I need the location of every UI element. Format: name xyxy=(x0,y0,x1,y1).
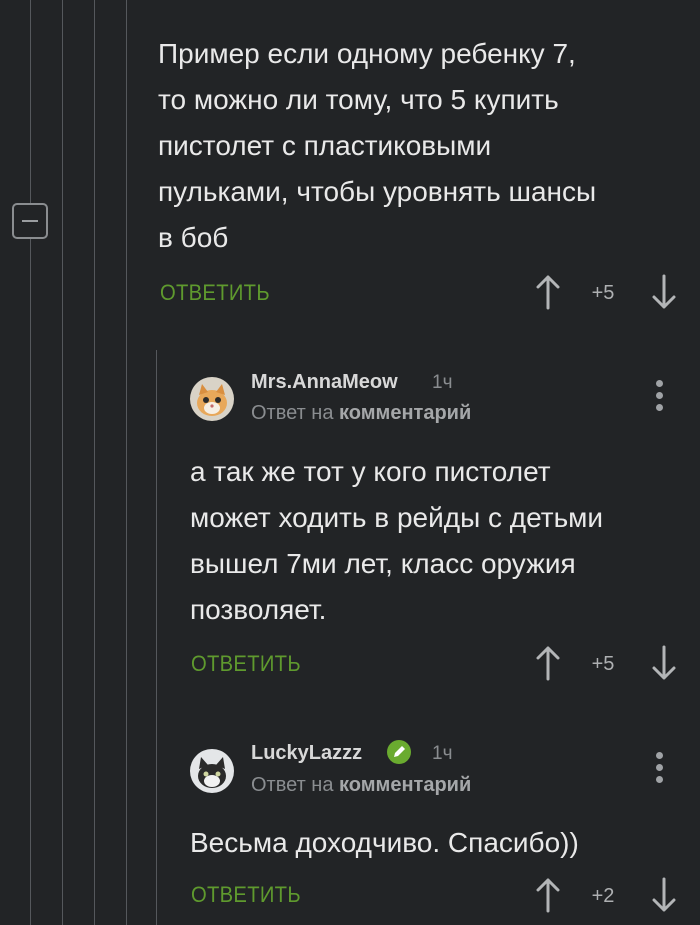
reply-to-info: Ответ на комментарий xyxy=(251,774,471,797)
more-options-icon[interactable] xyxy=(654,380,664,414)
cat-avatar-icon xyxy=(190,749,234,793)
rating-count: +5 xyxy=(591,653,615,675)
upvote-arrow-icon[interactable] xyxy=(535,645,561,681)
upvote-arrow-icon[interactable] xyxy=(535,877,561,913)
thread-line xyxy=(126,0,127,925)
reply-to-prefix: Ответ на xyxy=(251,774,334,796)
comment-time: 1ч xyxy=(432,372,453,393)
downvote-arrow-icon[interactable] xyxy=(651,274,677,310)
downvote-arrow-icon[interactable] xyxy=(651,645,677,681)
more-options-icon[interactable] xyxy=(654,752,664,786)
reply-button[interactable]: ОТВЕТИТЬ xyxy=(160,280,270,306)
thread-line xyxy=(94,0,95,925)
reply-button[interactable]: ОТВЕТИТЬ xyxy=(191,882,301,908)
author-name[interactable]: Mrs.AnnaMeow xyxy=(251,371,398,394)
comment-time: 1ч xyxy=(432,743,453,764)
thread-line xyxy=(156,350,157,925)
downvote-arrow-icon[interactable] xyxy=(651,877,677,913)
vote-controls: +2 xyxy=(535,877,685,917)
reply-to-link[interactable]: комментарий xyxy=(339,774,471,796)
comment-body: Пример если одному ребенку 7, то можно л… xyxy=(158,38,597,253)
upvote-arrow-icon[interactable] xyxy=(535,274,561,310)
comment-body: а так же тот у кого пистолет может ходит… xyxy=(190,456,604,625)
reply-to-info: Ответ на комментарий xyxy=(251,402,471,425)
rating-count: +5 xyxy=(591,282,615,304)
author-name[interactable]: LuckyLazzz xyxy=(251,742,362,765)
avatar[interactable] xyxy=(190,749,234,793)
thread-line xyxy=(62,0,63,925)
reply-button[interactable]: ОТВЕТИТЬ xyxy=(191,651,301,677)
comment-body: Весьма доходчиво. Спасибо)) xyxy=(190,827,579,858)
rating-count: +2 xyxy=(591,885,615,907)
cat-avatar-icon xyxy=(190,377,234,421)
avatar[interactable] xyxy=(190,377,234,421)
thread-line xyxy=(30,0,31,925)
vote-controls: +5 xyxy=(535,274,685,314)
reply-to-link[interactable]: комментарий xyxy=(339,402,471,424)
collapse-thread-button[interactable] xyxy=(12,203,48,239)
reply-to-prefix: Ответ на xyxy=(251,402,334,424)
comments-thread: Пример если одному ребенку 7, то можно л… xyxy=(0,0,700,925)
vote-controls: +5 xyxy=(535,645,685,685)
pencil-check-icon xyxy=(387,740,411,764)
